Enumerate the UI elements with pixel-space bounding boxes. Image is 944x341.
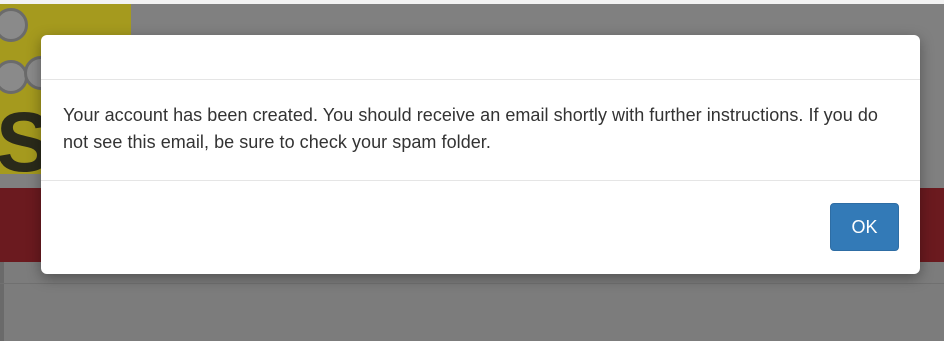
logo-circle <box>0 8 28 42</box>
dialog-header <box>41 35 920 80</box>
page-edge <box>0 262 4 341</box>
dialog-body: Your account has been created. You shoul… <box>41 80 920 181</box>
dialog-footer: OK <box>41 181 920 274</box>
top-strip <box>0 0 944 4</box>
account-created-dialog: Your account has been created. You shoul… <box>41 35 920 274</box>
ok-button[interactable]: OK <box>830 203 899 251</box>
dialog-message: Your account has been created. You shoul… <box>63 105 878 152</box>
divider <box>0 283 944 284</box>
